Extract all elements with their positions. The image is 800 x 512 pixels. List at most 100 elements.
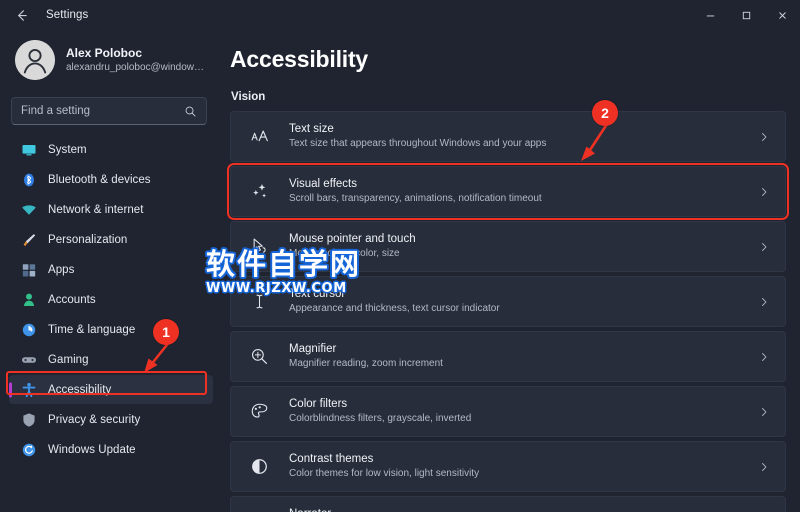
- card-subtitle: Colorblindness filters, grayscale, inver…: [289, 413, 472, 424]
- gamepad-icon: [20, 351, 37, 368]
- chevron-right-icon: [758, 241, 772, 253]
- card-text: Contrast themes Color themes for low vis…: [289, 452, 758, 481]
- apps-grid-icon: [20, 261, 37, 278]
- card-subtitle: Color themes for low vision, light sensi…: [289, 468, 480, 479]
- back-arrow-icon: [17, 9, 27, 21]
- back-button[interactable]: [4, 1, 38, 29]
- sidebar-item-accounts[interactable]: Accounts: [9, 285, 213, 314]
- accessibility-icon: [20, 381, 37, 398]
- main-content: Accessibility Vision Text size Text size…: [222, 30, 800, 512]
- card-title: Magnifier: [289, 343, 337, 355]
- window-controls: [692, 0, 800, 30]
- search-input[interactable]: [21, 105, 184, 117]
- page-title: Accessibility: [230, 46, 369, 72]
- card-title: Color filters: [289, 398, 348, 410]
- sidebar-item-accessibility[interactable]: Accessibility: [9, 375, 213, 404]
- sparkle-icon: [248, 181, 270, 203]
- profile-text: Alex Poloboc alexandru_poloboc@windowsre…: [66, 46, 208, 75]
- wifi-icon: [20, 201, 37, 218]
- window-title: Settings: [46, 9, 89, 21]
- mouse-pointer-icon: [248, 236, 270, 258]
- user-avatar-icon: [15, 40, 55, 80]
- window-body: Alex Poloboc alexandru_poloboc@windowsre…: [0, 30, 800, 512]
- sidebar-item-label: Accessibility: [48, 383, 112, 396]
- sidebar-item-bluetooth-devices[interactable]: Bluetooth & devices: [9, 165, 213, 194]
- chevron-right-icon: [758, 351, 772, 363]
- sidebar-nav: System Bluetooth & devices Network & int…: [9, 135, 213, 464]
- settings-card-list: Text size Text size that appears through…: [227, 111, 789, 512]
- chevron-right-icon: [758, 406, 772, 418]
- card-title: Mouse pointer and touch: [289, 233, 416, 245]
- sidebar-item-time-language[interactable]: Time & language: [9, 315, 213, 344]
- sidebar-item-windows-update[interactable]: Windows Update: [9, 435, 213, 464]
- sidebar-item-gaming[interactable]: Gaming: [9, 345, 213, 374]
- card-mouse-pointer-and-touch[interactable]: Mouse pointer and touch Mouse pointer co…: [230, 221, 786, 272]
- card-subtitle: Text size that appears throughout Window…: [289, 138, 547, 149]
- sidebar-item-privacy-security[interactable]: Privacy & security: [9, 405, 213, 434]
- bluetooth-icon: [20, 171, 37, 188]
- card-color-filters[interactable]: Color filters Colorblindness filters, gr…: [230, 386, 786, 437]
- monitor-icon: [20, 141, 37, 158]
- card-visual-effects[interactable]: Visual effects Scroll bars, transparency…: [227, 163, 789, 220]
- close-icon: [778, 11, 786, 19]
- sidebar-item-label: Bluetooth & devices: [48, 173, 151, 186]
- card-text: Magnifier Magnifier reading, zoom increm…: [289, 342, 758, 371]
- section-heading-vision: Vision: [231, 91, 266, 103]
- color-palette-icon: [248, 401, 270, 423]
- annotation-badge-1: 1: [153, 319, 179, 345]
- search-icon: [184, 105, 197, 118]
- search-box[interactable]: [11, 97, 207, 125]
- chevron-right-icon: [758, 186, 772, 198]
- card-contrast-themes[interactable]: Contrast themes Color themes for low vis…: [230, 441, 786, 492]
- card-text: Narrator Voice, verbosity, keyboard, bra…: [289, 507, 758, 512]
- card-title: Contrast themes: [289, 453, 374, 465]
- maximize-icon: [742, 11, 750, 19]
- minimize-icon: [706, 15, 714, 16]
- sidebar-item-label: Accounts: [48, 293, 96, 306]
- card-title: Text cursor: [289, 288, 346, 300]
- sidebar-item-label: Time & language: [48, 323, 136, 336]
- person-icon: [20, 291, 37, 308]
- chevron-right-icon: [758, 131, 772, 143]
- text-cursor-icon: [248, 291, 270, 313]
- settings-window: Settings Alex Poloboc alexandru_poloboc@…: [0, 0, 800, 512]
- sidebar-item-label: Privacy & security: [48, 413, 141, 426]
- minimize-button[interactable]: [692, 0, 728, 30]
- sidebar-item-label: Apps: [48, 263, 75, 276]
- text-size-icon: [248, 126, 270, 148]
- card-subtitle: Magnifier reading, zoom increment: [289, 358, 443, 369]
- card-text-cursor[interactable]: Text cursor Appearance and thickness, te…: [230, 276, 786, 327]
- card-subtitle: Scroll bars, transparency, animations, n…: [289, 193, 542, 204]
- card-text: Mouse pointer and touch Mouse pointer co…: [289, 232, 758, 261]
- chevron-right-icon: [758, 461, 772, 473]
- sidebar-item-personalization[interactable]: Personalization: [9, 225, 213, 254]
- card-title: Text size: [289, 123, 334, 135]
- paintbrush-icon: [20, 231, 37, 248]
- user-profile[interactable]: Alex Poloboc alexandru_poloboc@windowsre…: [9, 34, 213, 88]
- sidebar-item-network-internet[interactable]: Network & internet: [9, 195, 213, 224]
- card-text: Visual effects Scroll bars, transparency…: [289, 177, 758, 206]
- title-bar: Settings: [0, 0, 800, 30]
- card-text: Text size Text size that appears through…: [289, 122, 758, 151]
- card-title: Visual effects: [289, 178, 357, 190]
- clock-icon: [20, 321, 37, 338]
- card-title: Narrator: [289, 507, 758, 512]
- profile-name: Alex Poloboc: [66, 45, 143, 60]
- card-narrator[interactable]: Narrator Voice, verbosity, keyboard, bra…: [230, 496, 786, 512]
- avatar: [15, 40, 55, 80]
- sidebar-item-label: Gaming: [48, 353, 89, 366]
- close-button[interactable]: [764, 0, 800, 30]
- card-subtitle: Appearance and thickness, text cursor in…: [289, 303, 500, 314]
- chevron-right-icon: [758, 296, 772, 308]
- maximize-button[interactable]: [728, 0, 764, 30]
- sidebar-item-label: Network & internet: [48, 203, 144, 216]
- sidebar-item-system[interactable]: System: [9, 135, 213, 164]
- card-text-size[interactable]: Text size Text size that appears through…: [230, 111, 786, 162]
- search-container: [11, 97, 211, 125]
- card-magnifier[interactable]: Magnifier Magnifier reading, zoom increm…: [230, 331, 786, 382]
- sidebar-item-apps[interactable]: Apps: [9, 255, 213, 284]
- contrast-icon: [248, 456, 270, 478]
- annotation-badge-2: 2: [592, 100, 618, 126]
- update-icon: [20, 441, 37, 458]
- sidebar-item-label: Personalization: [48, 233, 128, 246]
